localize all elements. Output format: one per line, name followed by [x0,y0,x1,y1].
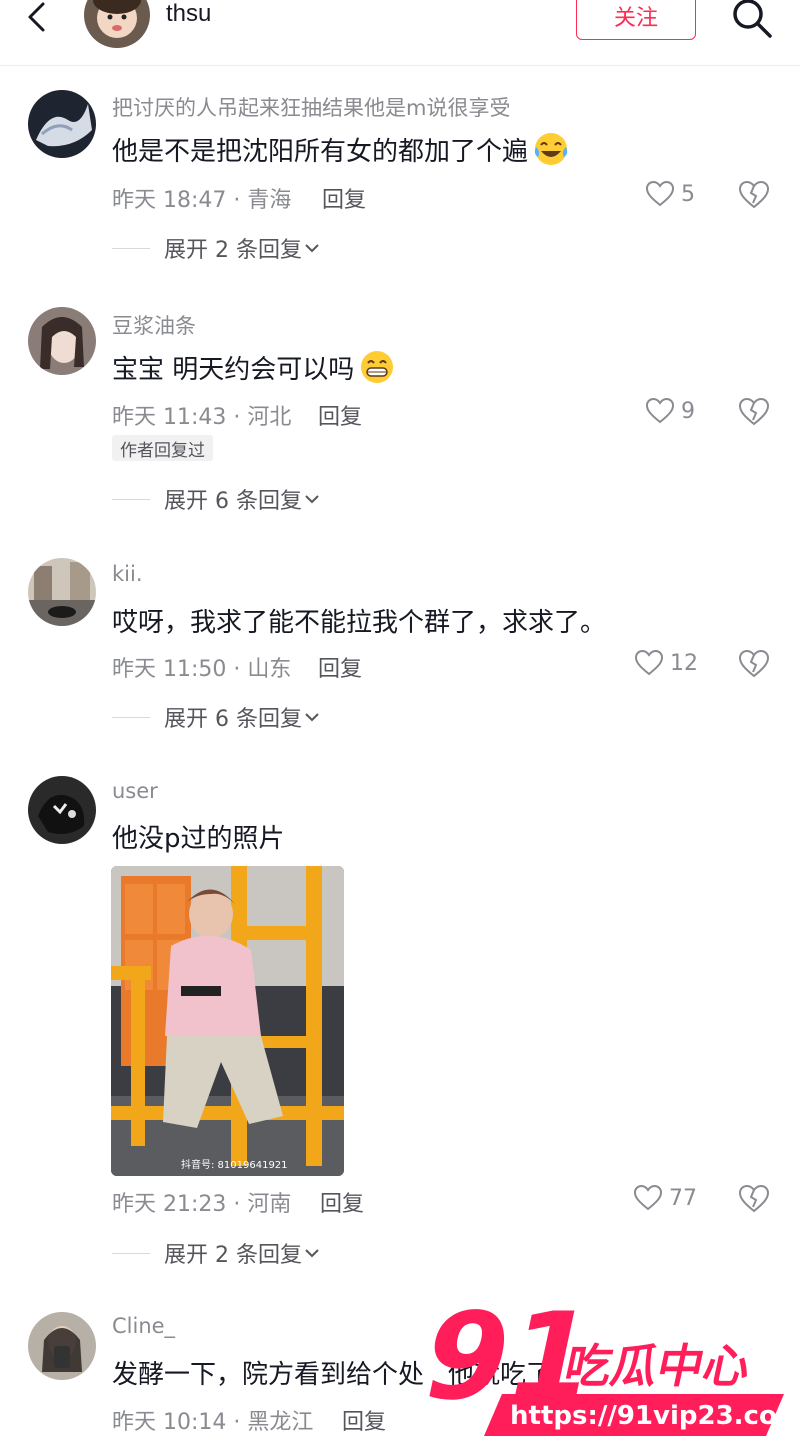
comment-body: 宝宝 明天约会可以吗 [112,354,355,385]
divider [112,498,150,500]
photo-caption: 抖音号: 81019641921 [181,1158,288,1171]
expand-label: 展开 2 条回复 [164,1243,302,1268]
comment-body: 他没p过的照片 [112,824,285,854]
dislike-button[interactable] [738,649,770,679]
reply-button[interactable]: 回复 [318,651,362,683]
comment-username[interactable]: user [112,779,158,803]
comment-text: 哎呀，我求了能不能拉我个群了，求求了。 [112,602,606,639]
chevron-left-icon [28,2,45,32]
avatar[interactable] [28,558,96,626]
divider [112,716,150,718]
search-icon [733,0,772,38]
expand-label: 展开 2 条回复 [164,238,302,263]
expand-label: 展开 6 条回复 [164,707,302,732]
comment-text: 他没p过的照片 [112,818,285,855]
reply-button[interactable]: 回复 [318,399,362,431]
comment-body: 他是不是把沈阳所有女的都加了个遍 [112,136,529,167]
follow-button[interactable]: 关注 [576,0,696,40]
top-bar: thsu 关注 [0,0,800,66]
comment-body: 哎呀，我求了能不能拉我个群了，求求了。 [112,608,607,638]
heart-icon [633,1184,663,1211]
reply-button[interactable]: 回复 [320,1186,364,1218]
chevron-down-icon [305,1249,319,1258]
like-button[interactable]: 12 [634,649,698,677]
avatar[interactable] [28,776,96,844]
like-button[interactable]: 9 [645,397,695,425]
comment-timestamp: 昨天 18:47 · 青海 [112,188,292,213]
comment-username[interactable]: kii. [112,562,143,586]
header-username[interactable]: thsu [166,0,211,28]
dislike-button[interactable] [738,180,770,210]
expand-replies[interactable]: 展开 6 条回复 [112,483,320,515]
expand-replies[interactable]: 展开 2 条回复 [112,1237,320,1269]
chevron-down-icon [305,713,319,722]
comment-username[interactable]: 把讨厌的人吊起来狂抽结果他是m说很享受 [112,92,510,122]
broken-heart-icon [738,397,770,426]
heart-icon [634,649,664,676]
like-count: 9 [681,398,695,424]
chevron-down-icon [305,244,319,253]
broken-heart-icon [738,180,770,209]
comment-username[interactable]: 豆浆油条 [112,310,196,340]
dislike-button[interactable] [738,397,770,427]
reply-button[interactable]: 回复 [322,182,366,214]
avatar[interactable] [28,307,96,375]
like-button[interactable]: 77 [633,1184,697,1212]
watermark-url: https://91vip23.com [510,1401,800,1431]
comment-timestamp: 昨天 11:43 · 河北 [112,405,292,430]
header-avatar[interactable] [84,0,150,48]
search-button[interactable] [730,0,774,40]
author-replied-badge: 作者回复过 [112,435,213,461]
chevron-down-icon [305,495,319,504]
broken-heart-icon [738,649,770,678]
grinning-emoji [361,351,394,383]
heart-icon [645,180,675,207]
comment-timestamp: 昨天 21:23 · 河南 [112,1192,292,1217]
expand-replies[interactable]: 展开 2 条回复 [112,232,320,264]
divider [112,247,150,249]
avatar[interactable] [28,90,96,158]
expand-label: 展开 6 条回复 [164,489,302,514]
comment-photo[interactable]: 抖音号: 81019641921 [111,866,344,1176]
watermark-logo: 91 吃瓜中心 https://91vip23.com [410,1286,800,1440]
comment-body: 发酵一下，院方看到给个处 [112,1360,425,1390]
comment-timestamp: 昨天 11:50 · 山东 [112,657,292,682]
avatar[interactable] [28,1312,96,1380]
heart-icon [645,397,675,424]
like-count: 77 [669,1185,697,1211]
comment-username[interactable]: Cline_ [112,1314,175,1338]
like-count: 5 [681,181,695,207]
comment-timestamp: 昨天 10:14 · 黑龙江 [112,1410,314,1435]
comment-text: 宝宝 明天约会可以吗 [112,348,396,386]
laughing-tears-emoji [534,133,568,165]
dislike-button[interactable] [738,1184,770,1214]
watermark-brand: 吃瓜中心 [560,1339,755,1392]
back-button[interactable] [24,0,64,36]
reply-button[interactable]: 回复 [342,1404,386,1436]
broken-heart-icon [738,1184,770,1213]
divider [112,1252,150,1254]
comment-text: 他是不是把沈阳所有女的都加了个遍 [112,130,570,168]
like-button[interactable]: 5 [645,180,695,208]
expand-replies[interactable]: 展开 6 条回复 [112,701,320,733]
like-count: 12 [670,650,698,676]
